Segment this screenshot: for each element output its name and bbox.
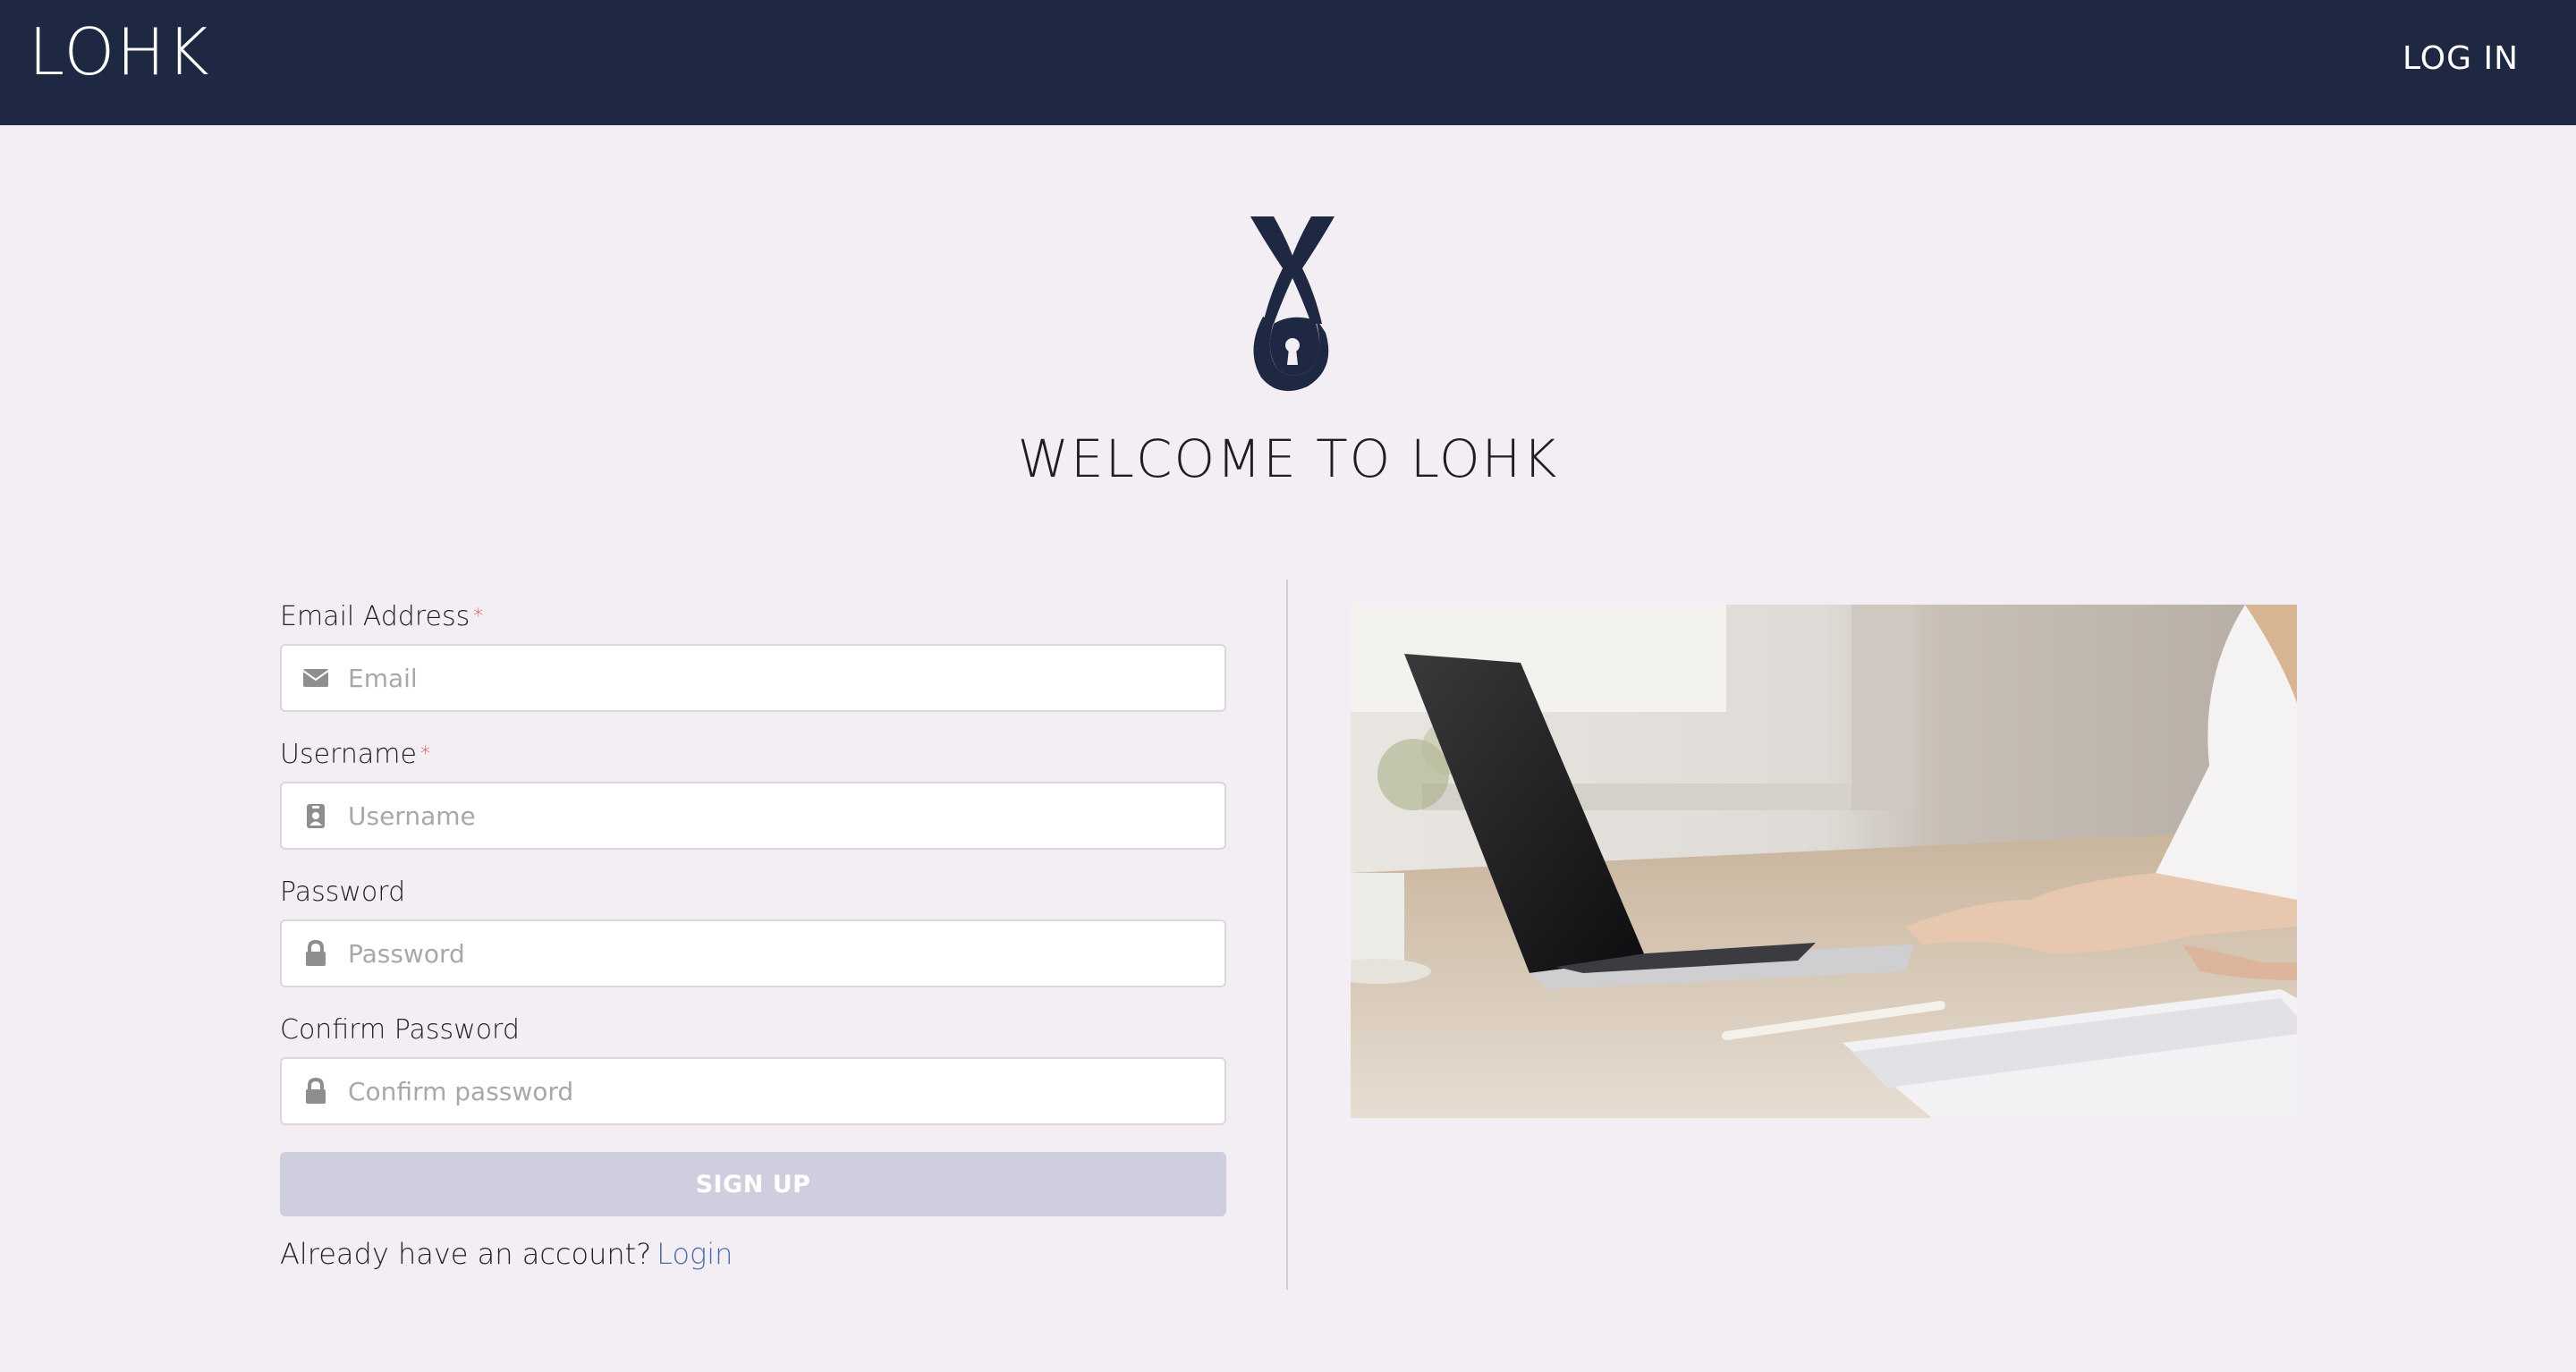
required-marker: *: [473, 606, 484, 628]
password-input[interactable]: [348, 921, 1207, 986]
brand-logo-text[interactable]: LOHK: [29, 20, 211, 84]
confirm-password-field-wrapper: [280, 1057, 1226, 1125]
lock-icon: [306, 1077, 326, 1104]
lohk-ribbon-lock-logo: [1250, 216, 1335, 392]
login-prompt: Already have an account? Login: [280, 1234, 1226, 1274]
laptop-workspace-photo: [1351, 605, 2297, 1118]
envelope-icon: [302, 669, 329, 687]
email-field-wrapper: [280, 644, 1226, 712]
email-label-text: Email Address: [280, 601, 470, 632]
email-label: Email Address *: [280, 599, 1226, 635]
confirm-password-label: Confirm Password: [280, 1014, 520, 1046]
signup-page: LOHK LOG IN WELCOME TO LOHK Email Addres…: [0, 0, 2576, 1372]
id-badge-icon: [307, 804, 325, 828]
lock-icon: [306, 939, 326, 966]
password-label: Password: [280, 877, 406, 908]
page-title: WELCOME TO LOHK: [1017, 428, 1559, 489]
password-field-wrapper: [280, 919, 1226, 987]
username-field-wrapper: [280, 782, 1226, 850]
confirm-password-input[interactable]: [348, 1059, 1207, 1123]
signup-form: Email Address* Username* Password: [280, 599, 1226, 1274]
top-navbar: LOHK LOG IN: [0, 0, 2576, 125]
login-link[interactable]: Login: [657, 1237, 733, 1271]
nav-login-link[interactable]: LOG IN: [2402, 41, 2519, 77]
username-label: Username *: [280, 737, 1226, 773]
login-prompt-text: Already have an account?: [280, 1237, 652, 1271]
required-marker: *: [419, 743, 430, 766]
username-input[interactable]: [348, 783, 1207, 848]
username-label-text: Username: [280, 739, 417, 770]
sign-up-button[interactable]: SIGN UP: [280, 1152, 1226, 1216]
vertical-divider: [1286, 580, 1288, 1290]
email-input[interactable]: [348, 646, 1207, 710]
